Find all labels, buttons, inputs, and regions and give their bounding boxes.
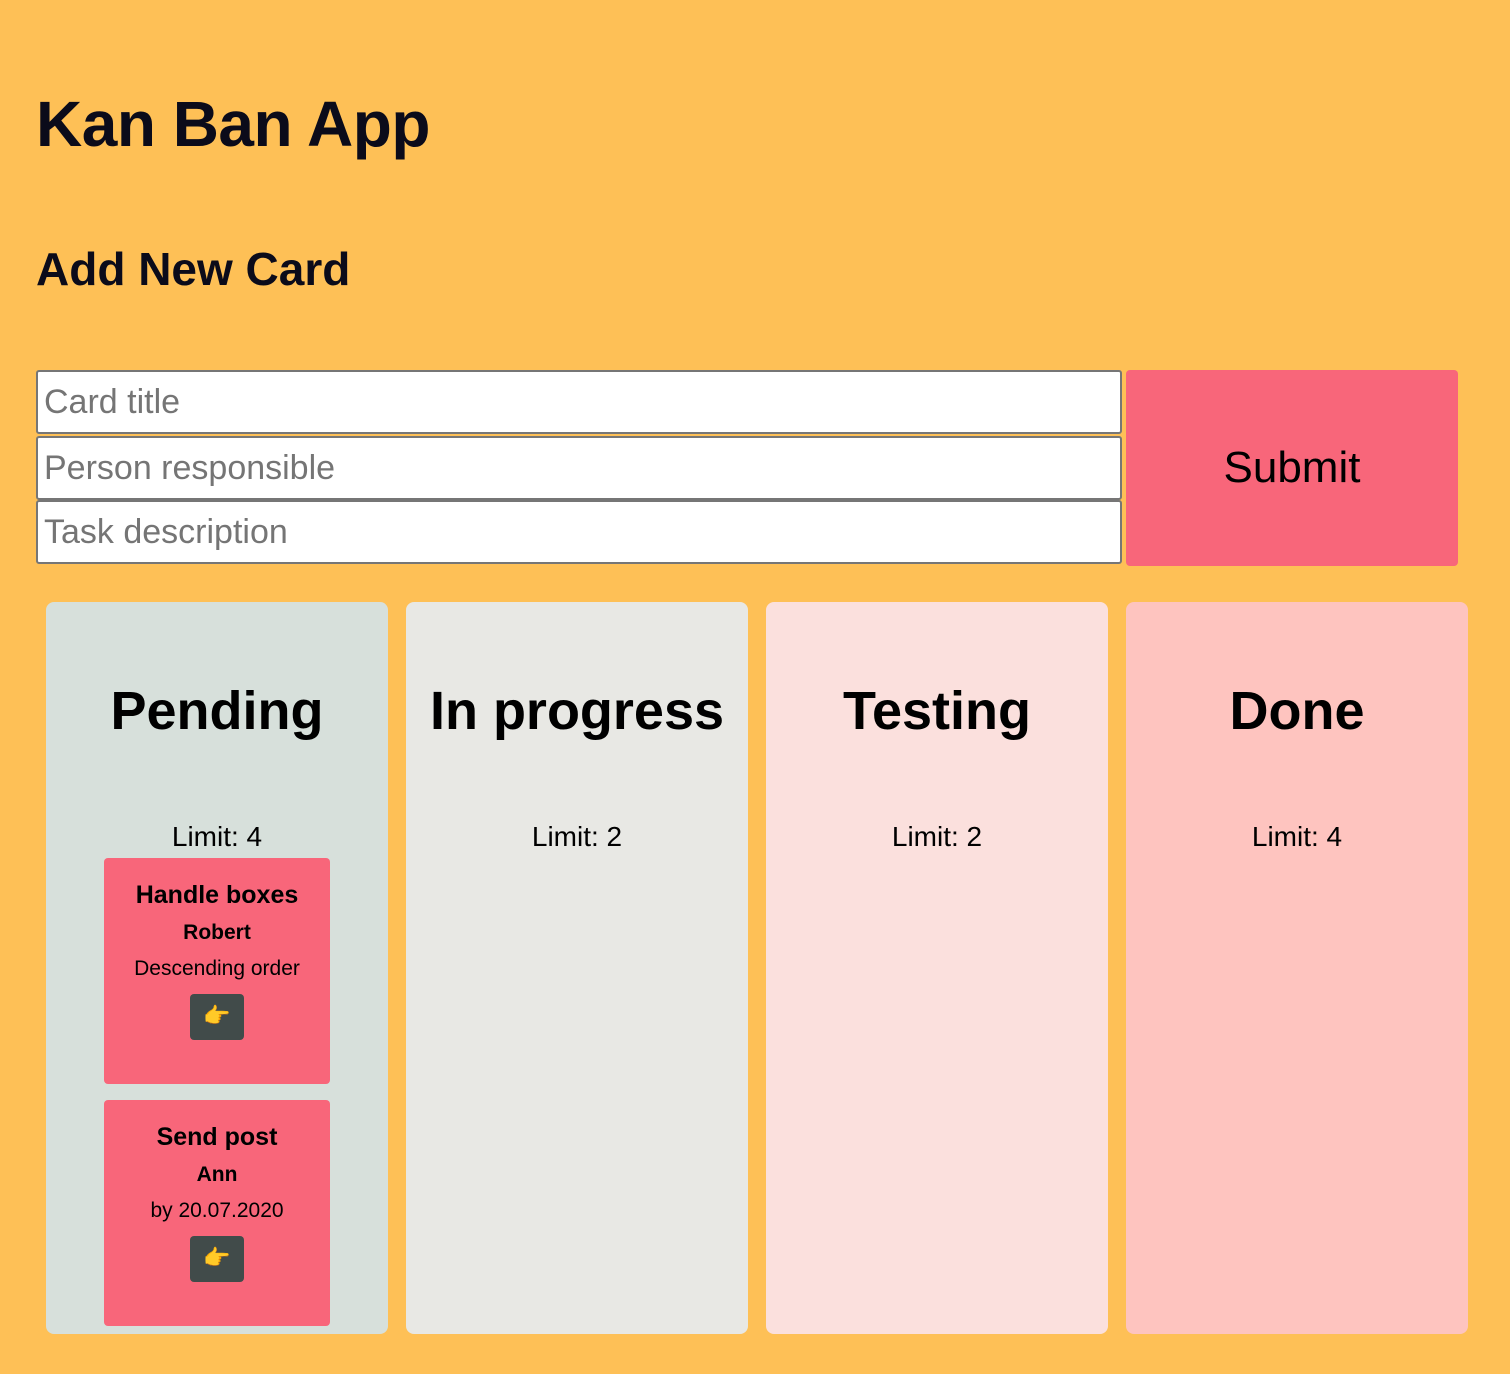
card-description: Descending order — [134, 957, 300, 980]
app-title: Kan Ban App — [36, 88, 430, 160]
column-limit: Limit: 4 — [1251, 821, 1343, 852]
task-description-input[interactable] — [36, 500, 1122, 564]
column-title: In progress — [429, 681, 725, 741]
column-limit: Limit: 4 — [171, 821, 263, 852]
task-card: Send post Ann by 20.07.2020 👉 — [104, 1100, 330, 1326]
column-limit: Limit: 2 — [891, 821, 983, 852]
column-title: Done — [1229, 681, 1365, 741]
card-description: by 20.07.2020 — [150, 1199, 284, 1222]
submit-button[interactable]: Submit — [1126, 370, 1458, 566]
card-person: Ann — [196, 1163, 238, 1186]
column-in-progress: In progress Limit: 2 — [406, 602, 748, 1334]
column-pending: Pending Limit: 4 Handle boxes Robert Des… — [46, 602, 388, 1334]
pointing-right-hand-icon: 👉 — [203, 1004, 231, 1029]
column-title: Testing — [843, 681, 1031, 741]
card-title: Handle boxes — [135, 881, 299, 909]
move-card-button[interactable]: 👉 — [190, 1236, 244, 1282]
pointing-right-hand-icon: 👉 — [203, 1246, 231, 1271]
column-testing: Testing Limit: 2 — [766, 602, 1108, 1334]
card-person: Robert — [183, 921, 251, 944]
column-done: Done Limit: 4 — [1126, 602, 1468, 1334]
card-title: Send post — [156, 1123, 278, 1151]
person-responsible-input[interactable] — [36, 436, 1122, 500]
move-card-button[interactable]: 👉 — [190, 994, 244, 1040]
add-card-form: Submit — [36, 370, 1458, 566]
column-title: Pending — [110, 681, 324, 741]
add-card-heading: Add New Card — [36, 243, 351, 295]
column-limit: Limit: 2 — [531, 821, 623, 852]
card-title-input[interactable] — [36, 370, 1122, 434]
task-card: Handle boxes Robert Descending order 👉 — [104, 858, 330, 1084]
